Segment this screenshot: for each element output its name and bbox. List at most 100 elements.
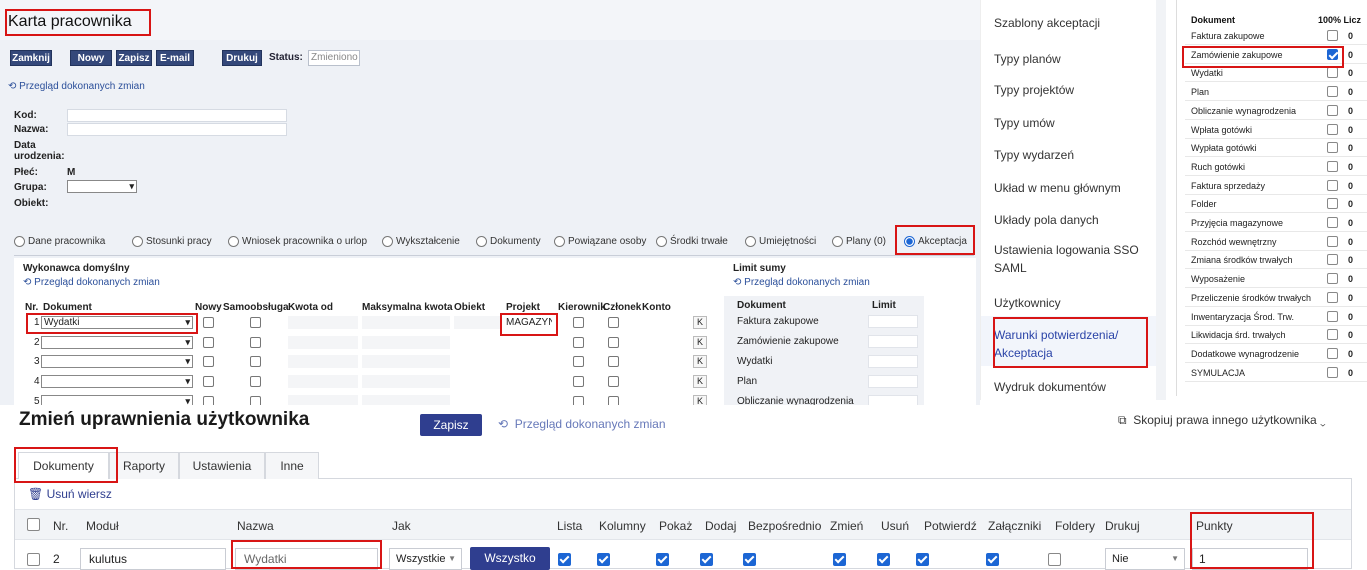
- k-button[interactable]: K: [693, 355, 707, 368]
- kierownik-checkbox[interactable]: [573, 376, 584, 387]
- document-select[interactable]: ▾: [41, 336, 193, 349]
- limit-input[interactable]: [868, 335, 918, 348]
- module-input[interactable]: kulutus: [80, 548, 226, 570]
- document-row-checkbox[interactable]: [1327, 179, 1338, 191]
- czlonek-checkbox[interactable]: [608, 376, 619, 387]
- document-row-checkbox[interactable]: [1327, 366, 1338, 378]
- lista-checkbox[interactable]: [558, 553, 571, 566]
- email-button[interactable]: E-mail: [156, 50, 194, 66]
- copy-rights-link[interactable]: ⧉ Skopiuj prawa innego użytkownika ⌄: [1118, 413, 1326, 428]
- menu-item-uklady-pola[interactable]: Układy pola danych: [994, 212, 1099, 229]
- czlonek-checkbox[interactable]: [608, 337, 619, 348]
- name-input[interactable]: [67, 123, 287, 136]
- kwota-od-input[interactable]: [288, 355, 358, 368]
- limit-input[interactable]: [868, 355, 918, 368]
- usun-checkbox[interactable]: [877, 553, 890, 566]
- tab-umiejetnosci[interactable]: Umiejętności: [745, 236, 816, 247]
- kwota-od-input[interactable]: [288, 316, 358, 329]
- menu-item-wydruk[interactable]: Wydruk dokumentów: [994, 379, 1106, 396]
- menu-item-uzytkownicy[interactable]: Użytkownicy: [994, 295, 1061, 312]
- document-row-checkbox[interactable]: [1327, 123, 1338, 135]
- k-button[interactable]: K: [693, 375, 707, 388]
- document-row-checkbox[interactable]: [1327, 67, 1338, 79]
- projekt-value[interactable]: MAGAZYN: [506, 317, 552, 328]
- document-row-checkbox[interactable]: [1327, 48, 1338, 60]
- all-button[interactable]: Wszystko: [470, 547, 550, 570]
- k-button[interactable]: K: [693, 316, 707, 329]
- limit-history-link[interactable]: ⟲ Przegląd dokonanych zmian: [733, 277, 870, 288]
- tab-wniosek-urlop[interactable]: Wniosek pracownika o urlop: [228, 236, 367, 247]
- document-row-checkbox[interactable]: [1327, 347, 1338, 359]
- document-select[interactable]: ▾: [41, 355, 193, 368]
- kierownik-checkbox[interactable]: [573, 356, 584, 367]
- maks-kwota-input[interactable]: [362, 375, 450, 388]
- tab-dokumenty[interactable]: Dokumenty: [18, 452, 109, 480]
- kierownik-checkbox[interactable]: [573, 317, 584, 328]
- document-row-checkbox[interactable]: [1327, 217, 1338, 228]
- zmien-checkbox[interactable]: [833, 553, 846, 566]
- select-all-checkbox[interactable]: [27, 518, 40, 531]
- delete-row-link[interactable]: 🗑 Usuń wiersz: [28, 487, 112, 501]
- obiekt-input[interactable]: [454, 316, 502, 329]
- group-select[interactable]: ▾: [67, 180, 137, 193]
- document-row-checkbox[interactable]: [1327, 86, 1338, 98]
- kwota-od-input[interactable]: [288, 375, 358, 388]
- tab-srodki-trwale[interactable]: Środki trwałe: [656, 236, 728, 247]
- name-input[interactable]: Wydatki: [235, 548, 378, 570]
- maks-kwota-input[interactable]: [362, 336, 450, 349]
- menu-item-typy-wydarzen[interactable]: Typy wydarzeń: [994, 147, 1074, 164]
- czlonek-checkbox[interactable]: [608, 317, 619, 328]
- kolumny-checkbox[interactable]: [597, 553, 610, 566]
- document-row-checkbox[interactable]: [1327, 142, 1338, 154]
- close-button[interactable]: Zamknij: [10, 50, 52, 66]
- row-checkbox[interactable]: [27, 553, 40, 566]
- print-button[interactable]: Drukuj: [222, 50, 262, 66]
- menu-scroll-rail[interactable]: [1156, 0, 1166, 400]
- menu-item-typy-planow[interactable]: Typy planów: [994, 51, 1061, 68]
- zalaczniki-checkbox[interactable]: [986, 553, 999, 566]
- maks-kwota-input[interactable]: [362, 316, 450, 329]
- pokaz-checkbox[interactable]: [656, 553, 669, 566]
- nowy-checkbox[interactable]: [203, 337, 214, 348]
- menu-item-typy-umow[interactable]: Typy umów: [994, 115, 1055, 132]
- points-input[interactable]: 1: [1192, 548, 1308, 570]
- menu-item-sso-1[interactable]: Ustawienia logowania SSO: [994, 242, 1139, 259]
- document-select[interactable]: Wydatki ▾: [41, 316, 193, 329]
- menu-item-warunki-2[interactable]: Akceptacja: [994, 345, 1053, 362]
- new-button[interactable]: Nowy: [70, 50, 112, 66]
- limit-input[interactable]: [868, 315, 918, 328]
- tab-powiazane-osoby[interactable]: Powiązane osoby: [554, 236, 646, 247]
- limit-input[interactable]: [868, 375, 918, 388]
- how-select[interactable]: Wszystkie ▼: [389, 548, 462, 570]
- document-row-checkbox[interactable]: [1327, 235, 1338, 247]
- tab-stosunki-pracy[interactable]: Stosunki pracy: [132, 236, 212, 247]
- tab-akceptacja[interactable]: Akceptacja: [904, 236, 967, 247]
- document-row-checkbox[interactable]: [1327, 329, 1338, 341]
- samoobsluga-checkbox[interactable]: [250, 337, 261, 348]
- section-history-link[interactable]: ⟲ Przegląd dokonanych zmian: [23, 277, 160, 288]
- save-button[interactable]: Zapisz: [116, 50, 152, 66]
- nowy-checkbox[interactable]: [203, 356, 214, 367]
- tab-dokumenty[interactable]: Dokumenty: [476, 236, 541, 247]
- maks-kwota-input[interactable]: [362, 355, 450, 368]
- dodaj-checkbox[interactable]: [700, 553, 713, 566]
- document-row-checkbox[interactable]: [1327, 291, 1338, 303]
- tab-dane-pracownika[interactable]: Dane pracownika: [14, 236, 105, 247]
- menu-item-szablony-akceptacji[interactable]: Szablony akceptacji: [994, 15, 1100, 32]
- kierownik-checkbox[interactable]: [573, 337, 584, 348]
- menu-item-typy-projektow[interactable]: Typy projektów: [994, 82, 1074, 99]
- tab-plany[interactable]: Plany (0): [832, 236, 886, 247]
- nowy-checkbox[interactable]: [203, 376, 214, 387]
- kwota-od-input[interactable]: [288, 336, 358, 349]
- tab-raporty[interactable]: Raporty: [109, 452, 179, 479]
- document-row-checkbox[interactable]: [1327, 273, 1338, 285]
- czlonek-checkbox[interactable]: [608, 356, 619, 367]
- tab-wyksztalcenie[interactable]: Wykształcenie: [382, 236, 460, 247]
- document-row-checkbox[interactable]: [1327, 254, 1338, 266]
- document-row-checkbox[interactable]: [1327, 198, 1338, 210]
- document-row-checkbox[interactable]: [1327, 30, 1338, 41]
- tab-ustawienia[interactable]: Ustawienia: [179, 452, 265, 479]
- document-row-checkbox[interactable]: [1327, 310, 1338, 322]
- samoobsluga-checkbox[interactable]: [250, 356, 261, 367]
- menu-item-warunki-1[interactable]: Warunki potwierdzenia/: [994, 327, 1118, 344]
